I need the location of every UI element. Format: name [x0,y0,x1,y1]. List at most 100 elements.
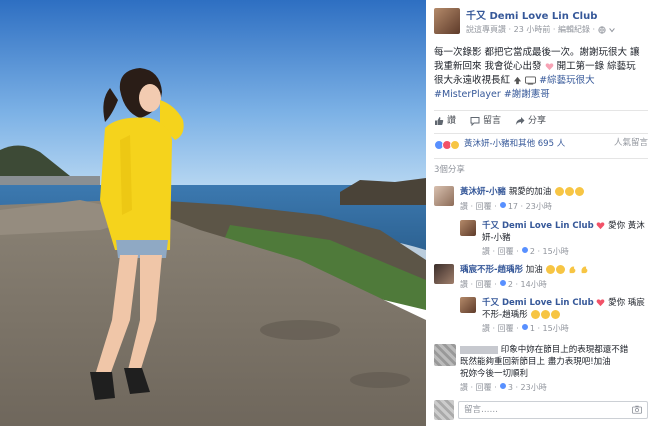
comment-reply-actions[interactable]: 讚 · 回覆 · [460,383,499,392]
comment-reply-actions[interactable]: 讚 · 回覆 · [460,280,499,289]
post-meta: 說這專頁讚 · 23 小時前 · 編輯紀錄 · [466,25,616,36]
comment-text: 愛你 黃沐 [608,221,645,231]
hashtag-link[interactable]: #綜藝玩很大 [539,75,594,86]
smile-emoji-icon [556,265,566,274]
share-count[interactable]: 3個分享 [426,165,656,177]
camera-icon[interactable] [632,405,642,414]
like-reaction-icon [499,382,508,390]
comment-actions: 讚 · 回覆 · 3 · 23小時 [460,382,547,392]
like-reaction-icon [521,246,530,254]
smile-emoji-icon [541,310,551,319]
comment-time[interactable]: 15小時 [543,324,569,333]
like-reaction-icon [499,201,508,209]
globe-icon [598,25,606,34]
smile-emoji-icon [564,187,574,196]
seaside-photo-illustration [0,0,426,426]
comment-input[interactable]: 留言…… [458,401,648,419]
post-actions: 讚 留言 分享 [426,114,656,128]
reply-item: 千又 Demi Love Lin Club 愛你 黃沐 妍-小豬 讚 · 回覆 … [426,218,656,256]
comment-actions: 讚 · 回覆 · 2 · 15小時 [482,246,569,256]
comment-item: 黃沐妍-小豬 親愛的加油 讚 · 回覆 · 17 · 23小時 [426,186,656,218]
comment-author[interactable]: 千又 Demi Love Lin Club [482,298,594,308]
hashtag-link[interactable]: #MisterPlayer [434,89,501,100]
share-icon [515,117,525,125]
comment-author[interactable]: 瑀宸不形-趙瑀彤 [460,265,523,275]
comment-like-count[interactable]: 2 [530,247,535,256]
comment-time[interactable]: 23小時 [526,202,552,211]
arrow-up-icon [513,76,522,85]
comment-text: 加油 [525,265,543,275]
post-meta-text: 說這專頁讚 · 23 小時前 · 編輯紀錄 · [466,25,598,34]
thumbs-up-icon [435,117,444,125]
write-comment-bar: 留言…… [426,400,656,424]
comment-label: 留言 [483,115,502,126]
divider [434,158,648,159]
comment-text: 妍-小豬 [482,233,511,243]
comment-body: 印象中妳在節目上的表現都還不錯 既然能夠重回新節目上 盡力表現吧!加油 祝妳今後… [460,344,650,394]
like-button[interactable]: 讚 [434,114,456,128]
reactions-summary[interactable]: 黃沐妍-小豬和其他 695 人 人氣留言 [426,138,656,152]
comment-author[interactable]: 千又 Demi Love Lin Club [482,221,594,231]
post-body: 每一次錄影 都把它當成最後一次。謝謝玩很大 讓 我重新回來 我會從心出發 開工第… [426,46,656,102]
comment-like-count[interactable]: 2 [508,280,513,289]
post-photo[interactable] [0,0,426,426]
comment-reply-actions[interactable]: 讚 · 回覆 · [460,202,499,211]
smile-emoji-icon [574,187,584,196]
comment-reply-actions[interactable]: 讚 · 回覆 · [482,324,521,333]
post-text-segment: 很大永遠收視長紅 [434,75,511,86]
comment-body: 千又 Demi Love Lin Club 愛你 瑀宸 不形-趙瑀彤 讚 · 回… [482,297,650,335]
haha-reaction-icon [450,140,460,150]
like-reaction-icon [499,279,508,287]
comment-button[interactable]: 留言 [470,114,501,128]
redacted-author [460,345,498,354]
post-panel: 千又 Demi Love Lin Club 說這專頁讚 · 23 小時前 · 編… [426,0,656,426]
chevron-down-icon[interactable] [608,26,616,34]
pink-heart-icon [545,63,553,71]
reply-item: 千又 Demi Love Lin Club 愛你 瑀宸 不形-趙瑀彤 讚 · 回… [426,295,656,335]
page-avatar[interactable] [460,220,476,236]
page-avatar[interactable] [434,8,460,34]
share-label: 分享 [528,115,547,126]
flexed-arm-icon [569,266,576,274]
viewer-avatar [434,400,454,420]
page-name-link[interactable]: 千又 Demi Love Lin Club [466,10,597,24]
comment-time[interactable]: 14小時 [521,280,547,289]
commenter-avatar[interactable] [434,264,454,284]
post-text-line: #MisterPlayer #謝謝憲哥 [434,88,648,102]
top-comments-toggle[interactable]: 人氣留言 [614,138,648,149]
post-header: 千又 Demi Love Lin Club 說這專頁讚 · 23 小時前 · 編… [426,6,656,40]
smile-emoji-icon [546,265,556,274]
smile-emoji-icon [554,187,564,196]
comment-actions: 讚 · 回覆 · 1 · 15小時 [482,323,569,333]
post-text-segment: 開工第一錄 綜藝玩 [556,61,636,72]
commenter-avatar[interactable] [434,186,454,206]
share-button[interactable]: 分享 [515,114,546,128]
comment-text: 既然能夠重回新節目上 盡力表現吧!加油 [460,357,611,367]
smile-emoji-icon [531,310,541,319]
comment-text-line: 不形-趙瑀彤 [482,309,650,321]
divider [434,110,648,111]
comment-item: 瑀宸不形-趙瑀彤 加油 讚 · 回覆 · 2 · 14小時 [426,264,656,294]
like-label: 讚 [447,115,457,126]
comment-text: 祝妳今後一切順利 [460,369,529,379]
comment-text: 不形-趙瑀彤 [482,310,528,320]
comment-like-count[interactable]: 1 [530,324,535,333]
comment-author[interactable]: 黃沐妍-小豬 [460,187,506,197]
commenter-avatar-blurred[interactable] [434,344,456,366]
reactions-summary-text[interactable]: 黃沐妍-小豬和其他 695 人 [464,139,565,150]
flexed-arm-icon [581,266,588,274]
comment-icon [470,117,480,126]
smile-emoji-icon [551,310,561,319]
hashtag-link[interactable]: #謝謝憲哥 [504,89,550,100]
page-avatar[interactable] [460,297,476,313]
red-heart-icon [596,299,605,307]
comment-body: 黃沐妍-小豬 親愛的加油 讚 · 回覆 · 17 · 23小時 [460,186,650,213]
comment-time[interactable]: 23小時 [521,383,547,392]
comment-like-count[interactable]: 17 [508,202,518,211]
comment-item: 印象中妳在節目上的表現都還不錯 既然能夠重回新節目上 盡力表現吧!加油 祝妳今後… [426,344,656,396]
comment-body: 千又 Demi Love Lin Club 愛你 黃沐 妍-小豬 讚 · 回覆 … [482,220,650,258]
comment-time[interactable]: 15小時 [543,247,569,256]
comment-reply-actions[interactable]: 讚 · 回覆 · [482,247,521,256]
comment-like-count[interactable]: 3 [508,383,513,392]
post-text-line: 我重新回來 我會從心出發 開工第一錄 綜藝玩 [434,60,648,74]
